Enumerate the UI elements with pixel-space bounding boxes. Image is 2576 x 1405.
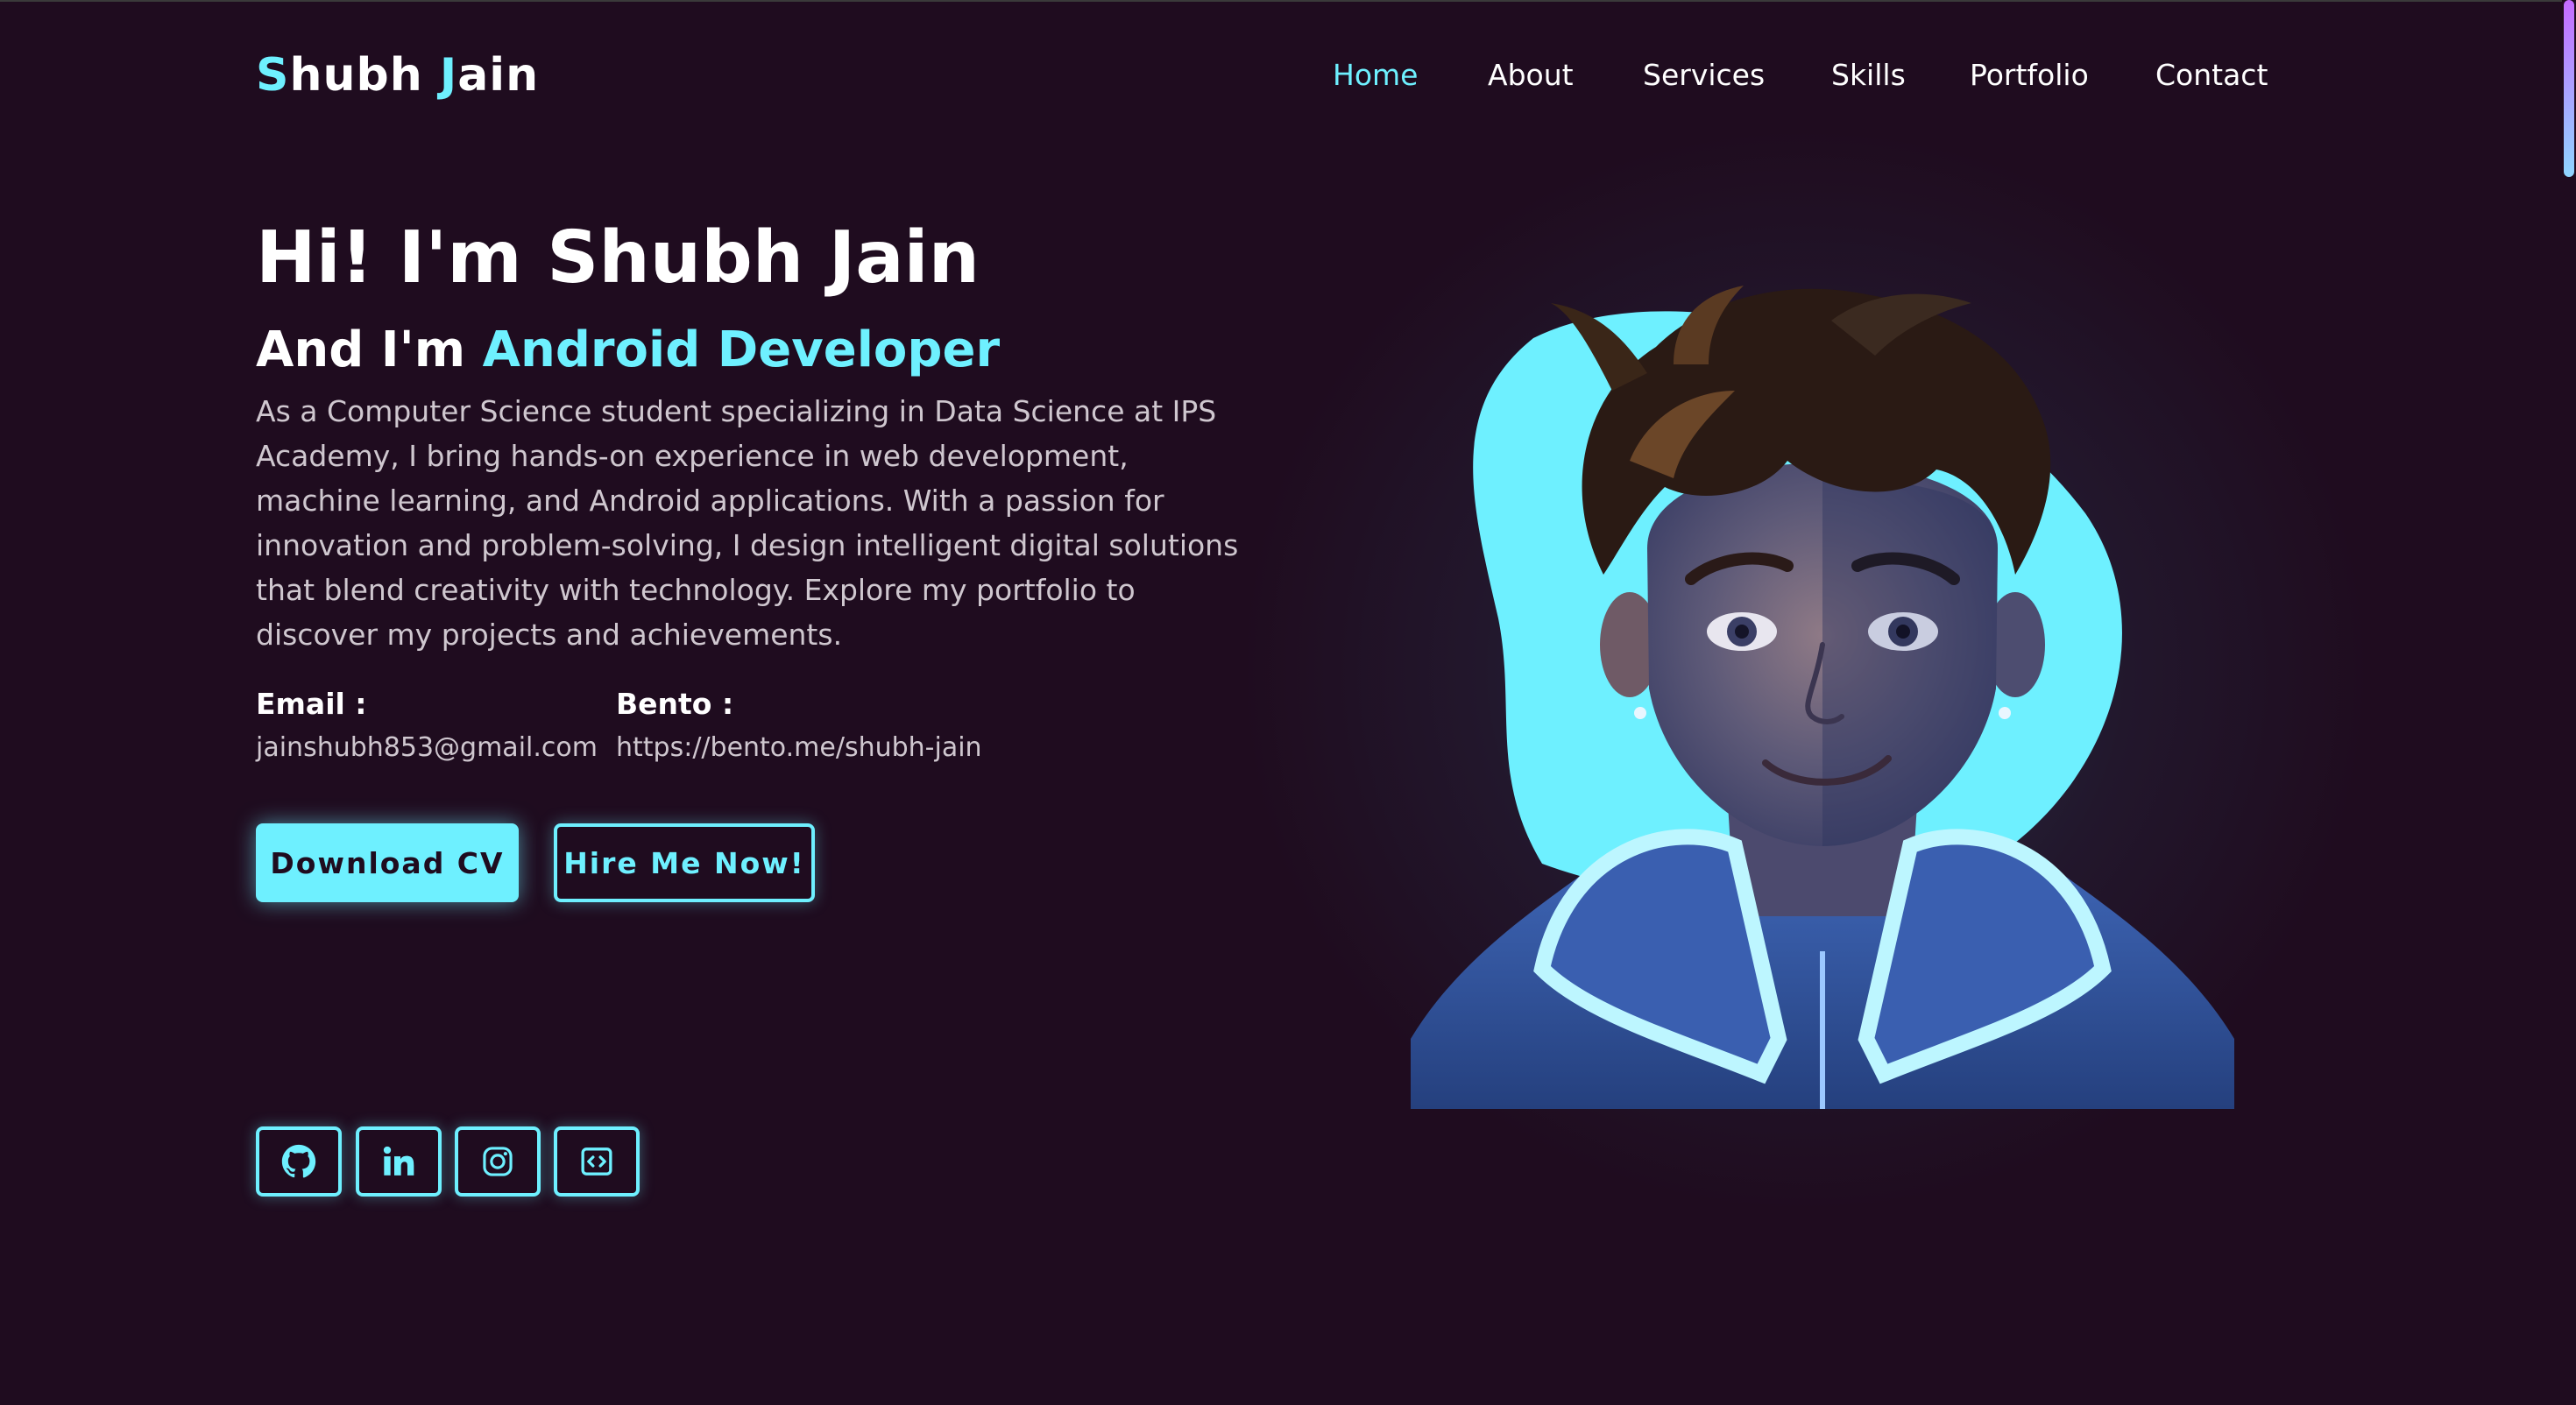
github-icon <box>281 1144 316 1178</box>
site-logo[interactable]: Shubh Jain <box>256 44 539 107</box>
instagram-icon <box>483 1147 513 1176</box>
hero-description: As a Computer Science student specializi… <box>256 394 1239 652</box>
logo-first-rest: hubh <box>289 49 440 102</box>
scrollbar-track[interactable] <box>2562 0 2576 1405</box>
logo-initial-last: J <box>439 49 458 102</box>
hero-subtitle: And I'm Android Developer <box>256 317 1000 384</box>
hire-me-button[interactable]: Hire Me Now! <box>554 823 815 902</box>
logo-initial-first: S <box>256 49 290 102</box>
nav-contact[interactable]: Contact <box>2155 54 2268 96</box>
profile-portrait <box>1411 286 2234 1109</box>
linkedin-icon <box>383 1146 414 1176</box>
linkedin-link[interactable] <box>356 1126 442 1197</box>
hero-title: Hi! I'm Shubh Jain <box>256 216 980 300</box>
nav-about[interactable]: About <box>1488 54 1574 96</box>
nav-services[interactable]: Services <box>1643 54 1765 96</box>
instagram-link[interactable] <box>455 1126 541 1197</box>
logo-last-rest: ain <box>457 49 540 102</box>
code-profile-link[interactable] <box>554 1126 640 1197</box>
bento-label: Bento : <box>616 687 734 721</box>
hero-role: Android Developer <box>482 321 1001 378</box>
email-label: Email : <box>256 687 367 721</box>
code-icon <box>581 1147 612 1176</box>
scrollbar-thumb[interactable] <box>2564 0 2574 177</box>
nav-portfolio[interactable]: Portfolio <box>1970 54 2089 96</box>
github-link[interactable] <box>256 1126 342 1197</box>
nav-skills[interactable]: Skills <box>1831 54 1906 96</box>
nav-home[interactable]: Home <box>1333 54 1418 96</box>
hero-subtitle-prefix: And I'm <box>256 321 483 378</box>
email-value[interactable]: jainshubh853@gmail.com <box>256 729 598 767</box>
bento-value[interactable]: https://bento.me/shubh-jain <box>616 729 982 767</box>
window-top-border <box>0 0 2576 2</box>
download-cv-button[interactable]: Download CV <box>256 823 519 902</box>
